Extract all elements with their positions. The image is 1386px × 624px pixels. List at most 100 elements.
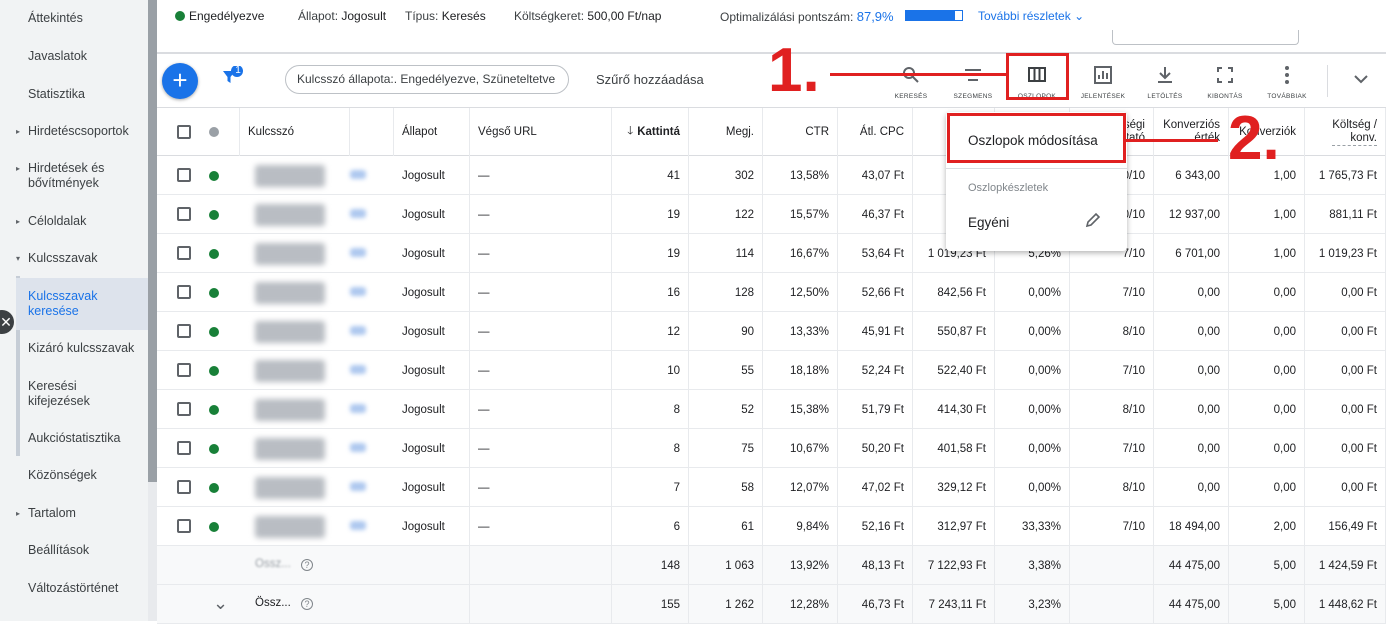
sidebar-scrollbar-track[interactable] — [148, 482, 157, 621]
header-text: Végső URL — [478, 126, 537, 138]
cell-ctr: 9,84% — [763, 507, 838, 546]
row-checkbox[interactable] — [177, 402, 191, 416]
cell-conv: 0,00 — [1229, 390, 1305, 429]
row-checkbox[interactable] — [177, 363, 191, 377]
sidebar-item-label: Kulcsszavak — [28, 251, 98, 265]
header-status[interactable]: Állapot — [394, 108, 470, 156]
toolbar-more-button[interactable]: TOVÁBBIAK — [1259, 64, 1315, 100]
cell-url: — — [470, 351, 612, 390]
header-cost-per-conv[interactable]: Költség / konv. — [1305, 108, 1386, 156]
total-cpconv: 1 424,59 Ft — [1305, 546, 1386, 585]
header-final-url[interactable]: Végső URL — [470, 108, 612, 156]
annotation-highlight-modify — [947, 113, 1126, 163]
status-dot-icon — [209, 444, 219, 454]
header-clicks[interactable]: 🡓 Kattintá — [612, 108, 689, 156]
add-keyword-button[interactable]: + — [162, 63, 198, 99]
cell-cpconv: 0,00 Ft — [1305, 390, 1386, 429]
cell-empty — [394, 585, 470, 624]
cell-cpconv: 156,49 Ft — [1305, 507, 1386, 546]
totals-row: ⌄ Össz...? 155 1 262 12,28% 46,73 Ft 7 243,11 … — [157, 585, 1386, 624]
sidebar-scrollbar-thumb[interactable] — [148, 0, 157, 482]
sidebar-item-label: Kulcsszavak keresése — [28, 289, 98, 318]
help-icon[interactable]: ? — [301, 559, 313, 571]
cell-cpc: 52,66 Ft — [838, 273, 913, 312]
cell-conv_value: 18 494,00 — [1154, 507, 1229, 546]
table-row[interactable]: Jogosult—4130213,58%43,07 Ft1 70/106 343… — [157, 156, 1386, 195]
header-text: ségi — [1123, 119, 1145, 131]
cell-cpc: 45,91 Ft — [838, 312, 913, 351]
row-checkbox[interactable] — [177, 246, 191, 260]
table-row[interactable]: Jogosult—1912215,57%46,37 Ft80/1012 937,… — [157, 195, 1386, 234]
chevron-down-icon[interactable] — [1352, 72, 1370, 86]
cell-clicks: 7 — [612, 468, 689, 507]
select-all-checkbox[interactable] — [177, 125, 191, 139]
cell-conv_rate: 0,00% — [995, 429, 1070, 468]
keyword-link-redacted — [350, 482, 366, 491]
table-row[interactable]: Jogosult —12 90 13,33% 45,91 Ft 550,87 Ft 0,00… — [157, 312, 1386, 351]
total-cpconv: 1 448,62 Ft — [1305, 585, 1386, 624]
cell-ctr: 18,18% — [763, 351, 838, 390]
optimization-score-fill — [906, 11, 956, 20]
totals-label: Össz... — [255, 558, 291, 570]
table-row[interactable]: Jogosult —8 75 10,67% 50,20 Ft 401,58 Ft 0,00%… — [157, 429, 1386, 468]
search-field-edge[interactable] — [1112, 30, 1299, 45]
toolbar-expand-button[interactable]: KIBONTÁS — [1197, 64, 1253, 100]
filter-icon[interactable]: 1 — [220, 65, 244, 90]
cell-cpc: 51,79 Ft — [838, 390, 913, 429]
header-conv-value[interactable]: Konverziós érték — [1154, 108, 1229, 156]
header-text: Megj. — [725, 126, 754, 138]
cell-conv: 0,00 — [1229, 351, 1305, 390]
table-row[interactable]: Jogosult —7 58 12,07% 47,02 Ft 329,12 Ft 0,00%… — [157, 468, 1386, 507]
add-filter-button[interactable]: Szűrő hozzáadása — [596, 72, 704, 87]
cell-conv_rate: 0,00% — [995, 468, 1070, 507]
table-row[interactable]: Jogosult —19 114 16,67% 53,64 Ft 1 019,23 Ft 5… — [157, 234, 1386, 273]
cell-cpconv: 1 019,23 Ft — [1305, 234, 1386, 273]
table-row[interactable]: Jogosult —8 52 15,38% 51,79 Ft 414,30 Ft 0,00%… — [157, 390, 1386, 429]
status-dot-icon — [209, 288, 219, 298]
cell-status: Jogosult — [394, 234, 470, 273]
row-checkbox[interactable] — [177, 480, 191, 494]
table-row[interactable]: Jogosult —16 128 12,50% 52,66 Ft 842,56 Ft 0,0… — [157, 273, 1386, 312]
keyword-table: Kulcsszó Állapot Végső URL 🡓 Kattintá Megj. CT… — [157, 107, 1386, 624]
cell-empty — [1070, 546, 1154, 585]
header-keyword[interactable]: Kulcsszó — [240, 108, 350, 156]
chevron-down-icon[interactable]: ⌄ — [213, 593, 228, 614]
row-checkbox[interactable] — [177, 441, 191, 455]
cell-conv_rate: 0,00% — [995, 273, 1070, 312]
toolbar-search-button[interactable]: KERESÉS — [883, 64, 939, 100]
header-avg-cpc[interactable]: Átl. CPC — [838, 108, 913, 156]
row-checkbox[interactable] — [177, 324, 191, 338]
custom-column-set-item[interactable]: Egyéni — [968, 215, 1009, 230]
cell-url: — — [470, 507, 612, 546]
row-checkbox[interactable] — [177, 168, 191, 182]
status-dot-icon — [209, 327, 219, 337]
sidebar-subitem[interactable]: Kulcsszavak keresése — [16, 278, 148, 330]
keyword-link-redacted — [350, 248, 366, 257]
cell-clicks: 8 — [612, 429, 689, 468]
cell-cost: 329,12 Ft — [913, 468, 995, 507]
toolbar-segment-button[interactable]: SZEGMENS — [945, 64, 1001, 100]
row-checkbox[interactable] — [177, 285, 191, 299]
cell-quality: 7/10 — [1070, 429, 1154, 468]
cell-status: Jogosult — [394, 273, 470, 312]
filter-chip[interactable]: Kulcsszó állapota:. Engedélyezve, Szünet… — [285, 65, 569, 94]
keyword-link-redacted — [350, 170, 366, 179]
more-details-link[interactable]: További részletek ⌄ — [978, 9, 1084, 23]
help-icon[interactable]: ? — [301, 598, 313, 610]
cell-status: Jogosult — [394, 390, 470, 429]
sidebar-item-label: Beállítások — [28, 543, 90, 557]
pencil-edit-icon[interactable] — [1083, 210, 1103, 230]
table-row[interactable]: Jogosult —6 61 9,84% 52,16 Ft 312,97 Ft 33,33%… — [157, 507, 1386, 546]
cell-ctr: 16,67% — [763, 234, 838, 273]
chevron-down-icon: ⌄ — [1074, 9, 1085, 23]
row-checkbox[interactable] — [177, 519, 191, 533]
toolbar-reports-button[interactable]: JELENTÉSEK — [1075, 64, 1131, 100]
row-checkbox[interactable] — [177, 207, 191, 221]
status-dot-icon — [209, 366, 219, 376]
header-ctr[interactable]: CTR — [763, 108, 838, 156]
cell-conv_value: 0,00 — [1154, 273, 1229, 312]
header-impr[interactable]: Megj. — [689, 108, 763, 156]
toolbar-download-button[interactable]: LETÖLTÉS — [1137, 64, 1193, 100]
table-row[interactable]: Jogosult —10 55 18,18% 52,24 Ft 522,40 Ft 0,00… — [157, 351, 1386, 390]
cell-impr: 58 — [689, 468, 763, 507]
